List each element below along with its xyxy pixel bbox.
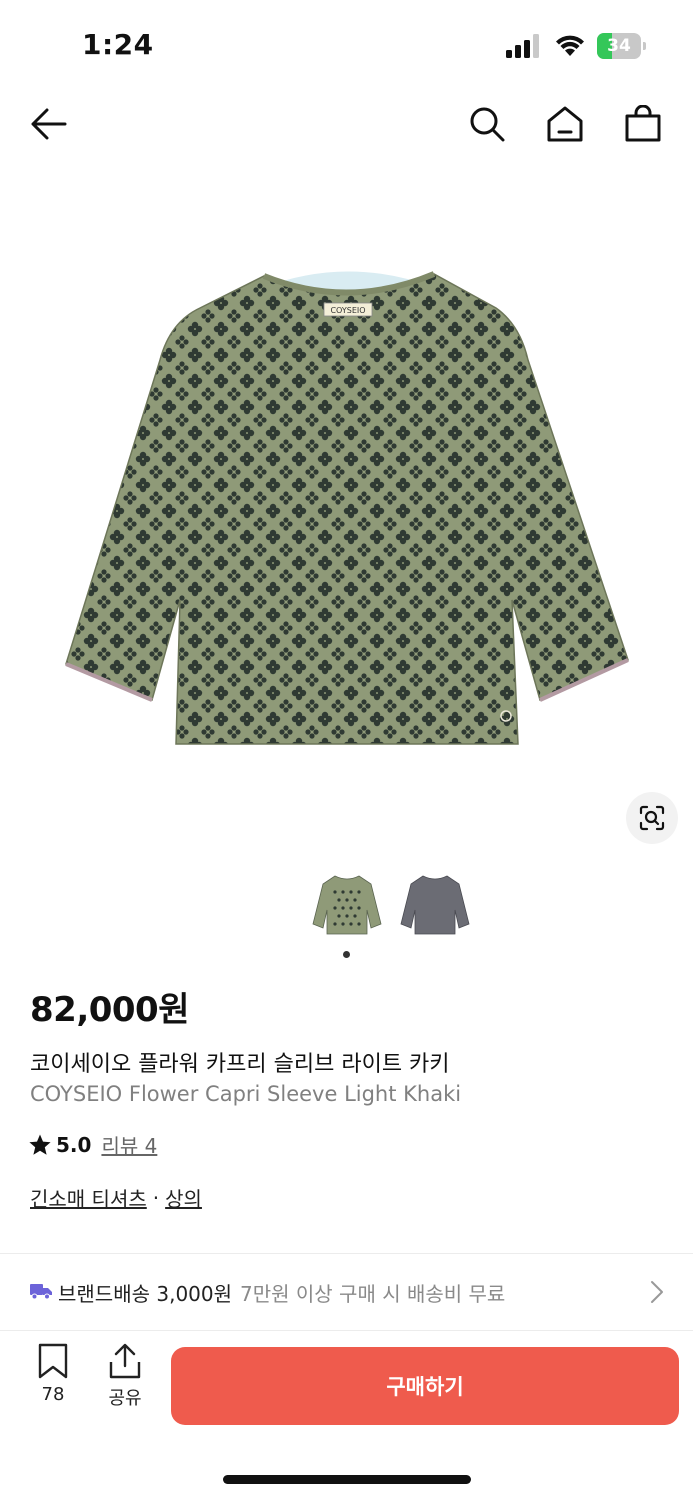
product-price: 82,000원 (30, 990, 189, 1030)
bookmark-button[interactable]: 78 (28, 1342, 78, 1422)
shipping-info-row[interactable]: 브랜드배송 3,000원 7만원 이상 구매 시 배송비 무료 (0, 1256, 693, 1328)
rating-row: 5.0 리뷰 4 (28, 1130, 157, 1159)
category-separator: · (152, 1185, 160, 1210)
wifi-icon (556, 35, 584, 56)
divider (0, 1330, 693, 1331)
brand-tag-text: COYSEIO (330, 306, 365, 315)
rating-score: 5.0 (56, 1132, 92, 1157)
battery-indicator: 34 (597, 33, 647, 59)
home-icon (547, 106, 583, 142)
product-image[interactable]: COYSEIO (0, 160, 693, 850)
share-icon (109, 1343, 141, 1379)
category-tops-link[interactable]: 상의 (165, 1183, 202, 1212)
share-label: 공유 (108, 1388, 142, 1409)
shipping-label: 브랜드배송 3,000원 7만원 이상 구매 시 배송비 무료 (58, 1278, 505, 1307)
thumbnail-strip (0, 868, 693, 940)
status-time: 1:24 (82, 28, 154, 61)
image-page-indicator (343, 951, 350, 958)
chevron-right-icon (651, 1281, 663, 1303)
divider (0, 1253, 693, 1254)
product-name-korean: 코이세이오 플라워 카프리 슬리브 라이트 카키 (30, 1052, 450, 1077)
status-bar: 1:24 34 (0, 0, 693, 90)
product-name-english: COYSEIO Flower Capri Sleeve Light Khaki (30, 1082, 462, 1106)
cellular-signal-icon (506, 34, 539, 58)
shipping-fee: 브랜드배송 3,000원 (58, 1282, 233, 1306)
back-button[interactable] (27, 102, 71, 146)
search-button[interactable] (465, 102, 509, 146)
shopping-bag-icon (625, 105, 661, 142)
bookmark-icon (38, 1343, 68, 1379)
shipping-free-note: 7만원 이상 구매 시 배송비 무료 (240, 1282, 506, 1306)
lens-scan-icon (639, 805, 665, 831)
top-nav (0, 90, 693, 156)
bottom-action-bar: 78 공유 구매하기 (0, 1332, 693, 1442)
home-button[interactable] (543, 102, 587, 146)
home-indicator (223, 1475, 471, 1484)
thumbnail-gray[interactable] (399, 868, 471, 940)
category-breadcrumb: 긴소매 티셔츠 · 상의 (30, 1183, 202, 1212)
review-count-link[interactable]: 리뷰 4 (101, 1130, 157, 1159)
image-search-button[interactable] (626, 792, 678, 844)
cart-button[interactable] (621, 102, 665, 146)
search-icon (470, 107, 505, 142)
star-icon (29, 1134, 51, 1155)
category-long-sleeve-link[interactable]: 긴소매 티셔츠 (30, 1183, 147, 1212)
buy-button[interactable]: 구매하기 (171, 1347, 679, 1425)
share-button[interactable]: 공유 (100, 1342, 150, 1422)
bookmark-count: 78 (41, 1384, 65, 1405)
thumbnail-khaki[interactable] (311, 868, 383, 940)
battery-percent: 34 (607, 36, 631, 56)
truck-icon (30, 1284, 52, 1300)
arrow-left-icon (31, 108, 67, 140)
